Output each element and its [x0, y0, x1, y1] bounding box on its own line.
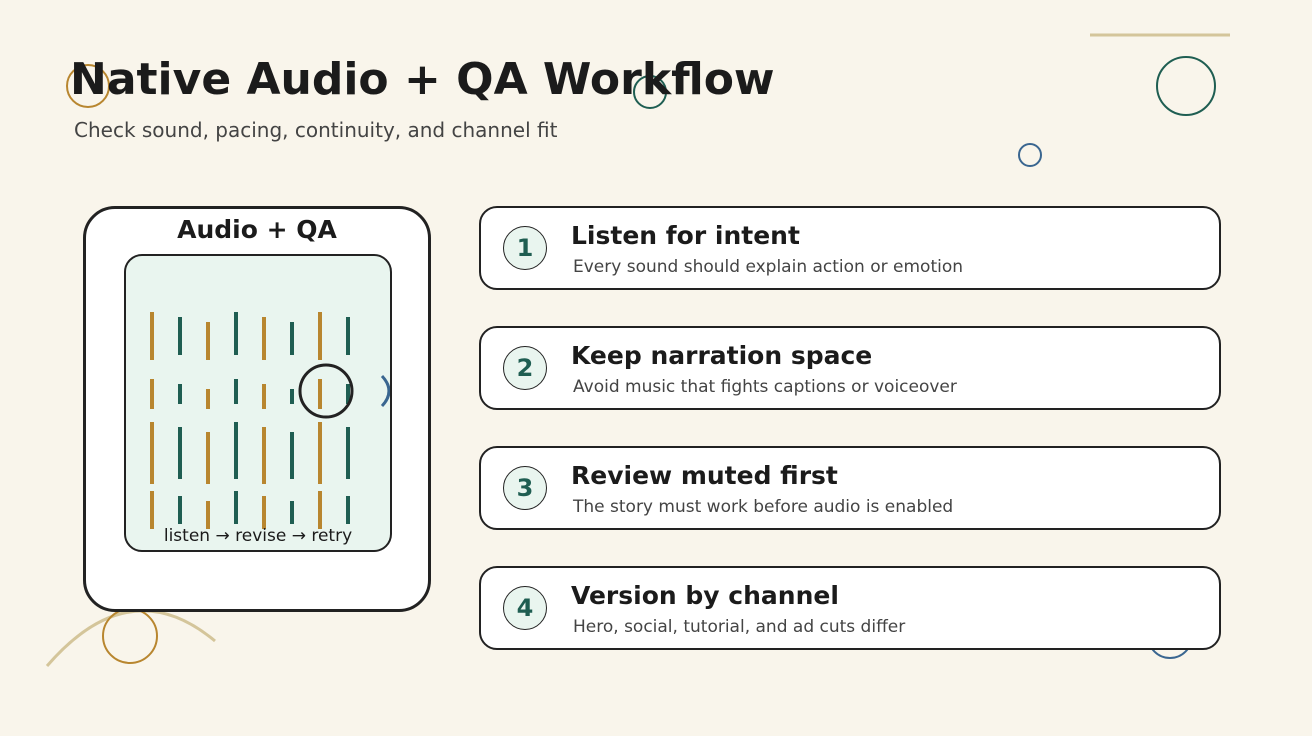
- page-title: Native Audio + QA Workflow: [70, 54, 775, 105]
- step-description: Avoid music that fights captions or voic…: [573, 377, 957, 397]
- deco-arc-bottom: [45, 609, 216, 667]
- page-subtitle: Check sound, pacing, continuity, and cha…: [74, 118, 558, 142]
- waveform-panel: listen → revise → retry: [124, 254, 392, 552]
- loop-label: listen → revise → retry: [163, 526, 353, 546]
- audio-qa-card: Audio + QA listen → revise → retry: [83, 206, 431, 612]
- step-card-4: 4 Version by channel Hero, social, tutor…: [479, 566, 1221, 650]
- step-title: Listen for intent: [571, 221, 800, 250]
- waveform-icon: [150, 312, 390, 529]
- deco-circle-small-blue: [1018, 143, 1042, 167]
- step-card-1: 1 Listen for intent Every sound should e…: [479, 206, 1221, 290]
- deco-circle-large-teal: [1156, 56, 1216, 116]
- step-number-badge: 2: [503, 346, 547, 390]
- playhead-circle-icon: [298, 363, 354, 419]
- deco-circle-bottom-gold: [102, 608, 158, 664]
- step-number-badge: 3: [503, 466, 547, 510]
- step-number-badge: 4: [503, 586, 547, 630]
- step-card-2: 2 Keep narration space Avoid music that …: [479, 326, 1221, 410]
- step-title: Keep narration space: [571, 341, 873, 370]
- step-number-badge: 1: [503, 226, 547, 270]
- step-description: Hero, social, tutorial, and ad cuts diff…: [573, 617, 906, 637]
- step-description: The story must work before audio is enab…: [573, 497, 954, 517]
- step-title: Version by channel: [571, 581, 839, 610]
- step-title: Review muted first: [571, 461, 838, 490]
- blue-arc-icon: [380, 374, 390, 408]
- step-card-3: 3 Review muted first The story must work…: [479, 446, 1221, 530]
- step-description: Every sound should explain action or emo…: [573, 257, 964, 277]
- card-title: Audio + QA: [177, 215, 337, 244]
